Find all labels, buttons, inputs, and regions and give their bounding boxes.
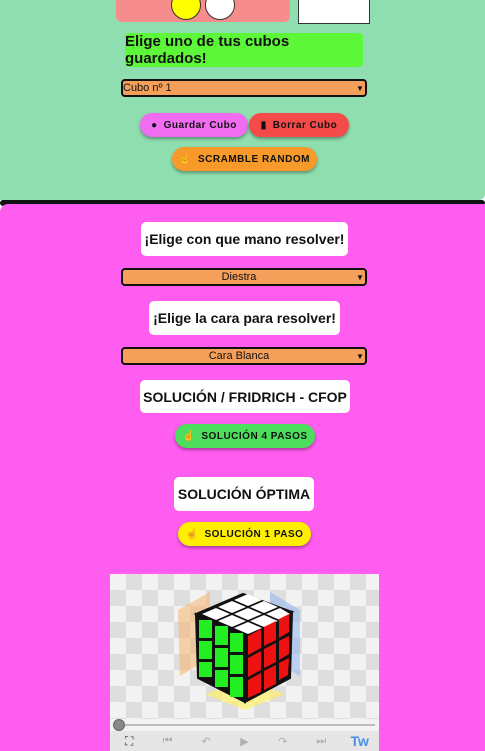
chevron-down-icon: ▼ — [356, 351, 364, 361]
check-circle-icon: ● — [151, 119, 158, 131]
fullscreen-icon[interactable]: ⛶ — [110, 734, 148, 749]
cfop-title: SOLUCIÓN / FRIDRICH - CFOP — [140, 380, 350, 413]
face-title: ¡Elige la cara para resolver! — [149, 301, 340, 335]
color-swatch-box — [116, 0, 290, 22]
save-cube-label: Guardar Cubo — [163, 119, 237, 131]
hand-pointer-icon: ☝ — [185, 528, 199, 540]
saved-cubes-title: Elige uno de tus cubos guardados! — [125, 33, 363, 67]
solve-1-step-button[interactable]: ☝ SOLUCIÓN 1 PASO — [178, 522, 311, 546]
scramble-random-label: SCRAMBLE RANDOM — [198, 153, 310, 165]
save-cube-button[interactable]: ● Guardar Cubo — [140, 113, 248, 137]
delete-cube-button[interactable]: ▮ Borrar Cubo — [249, 113, 349, 137]
white-swatch[interactable] — [205, 0, 235, 20]
slider-knob[interactable] — [113, 719, 125, 731]
hand-select-value: Diestra — [221, 271, 257, 283]
play-icon[interactable]: ▶ — [225, 735, 263, 748]
step-forward-icon[interactable]: ↷ — [264, 735, 302, 748]
playback-slider[interactable] — [110, 719, 379, 731]
chevron-down-icon: ▼ — [356, 83, 364, 93]
saved-cubes-panel: Elige uno de tus cubos guardados! Cubo n… — [0, 0, 485, 200]
color-preview-box — [298, 0, 370, 24]
chevron-down-icon: ▼ — [356, 272, 364, 282]
twitter-link[interactable]: Tw — [341, 733, 379, 749]
solve-4-steps-label: SOLUCIÓN 4 PASOS — [201, 430, 308, 442]
skip-end-icon[interactable]: ⏭ — [302, 735, 340, 748]
solve-1-step-label: SOLUCIÓN 1 PASO — [204, 528, 304, 540]
rubiks-cube-image — [178, 592, 300, 710]
yellow-swatch[interactable] — [171, 0, 201, 20]
face-select[interactable]: Cara Blanca ▼ — [121, 347, 367, 365]
solve-4-steps-button[interactable]: ☝ SOLUCIÓN 4 PASOS — [175, 424, 315, 448]
player-controls: ⛶ ⏮ ↶ ▶ ↷ ⏭ Tw — [110, 731, 379, 751]
hand-title: ¡Elige con que mano resolver! — [141, 222, 348, 256]
scramble-random-button[interactable]: ☝ SCRAMBLE RANDOM — [172, 147, 317, 171]
skip-start-icon[interactable]: ⏮ — [148, 735, 186, 748]
cube-3d-viewer[interactable] — [110, 574, 379, 720]
optimal-title: SOLUCIÓN ÓPTIMA — [174, 477, 314, 511]
trash-icon: ▮ — [260, 119, 267, 131]
delete-cube-label: Borrar Cubo — [272, 119, 338, 131]
cube-select[interactable]: Cubo nº 1 ▼ — [121, 79, 367, 97]
slider-track — [114, 724, 375, 726]
hand-pointer-icon: ☝ — [179, 153, 192, 165]
cube-select-value: Cubo nº 1 — [123, 82, 172, 94]
hand-pointer-icon: ☝ — [182, 430, 196, 442]
hand-select[interactable]: Diestra ▼ — [121, 268, 367, 286]
step-back-icon[interactable]: ↶ — [187, 735, 225, 748]
face-select-value: Cara Blanca — [208, 350, 270, 362]
